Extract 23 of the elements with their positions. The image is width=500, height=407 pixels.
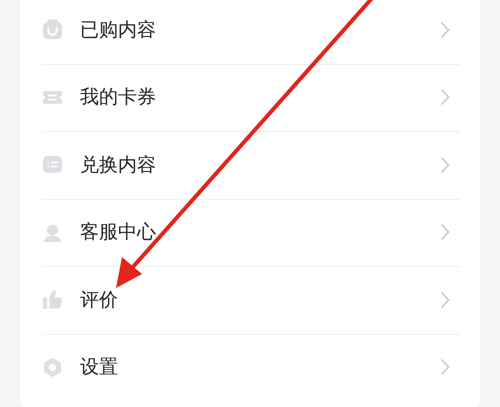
bag-icon: [42, 19, 63, 40]
thumbs-up-icon: [42, 289, 63, 310]
person-icon: [42, 222, 63, 243]
menu-item[interactable]: 兑换内容: [20, 131, 480, 198]
menu-label: 评价: [80, 288, 119, 313]
menu-label: 兑换内容: [80, 152, 157, 178]
settings-icon: [42, 356, 63, 378]
chevron-right-icon: [440, 290, 450, 309]
menu-label: 设置: [80, 355, 119, 380]
menu-item[interactable]: 已购内容: [20, 0, 480, 64]
chevron-right-icon: [440, 88, 450, 106]
menu-label: 我的卡券: [80, 85, 157, 110]
chevron-right-icon: [440, 358, 450, 376]
menu-label: 已购内容: [80, 18, 157, 43]
menu-item[interactable]: 我的卡券: [20, 64, 480, 131]
chevron-right-icon: [440, 223, 450, 242]
list-icon: [42, 154, 63, 176]
menu-label: 客服中心: [80, 220, 157, 246]
chevron-right-icon: [440, 20, 450, 39]
menu-item[interactable]: 评价: [20, 266, 480, 334]
menu-item[interactable]: 设置: [20, 334, 480, 401]
chevron-right-icon: [440, 156, 450, 174]
menu-item[interactable]: 客服中心: [20, 198, 480, 266]
